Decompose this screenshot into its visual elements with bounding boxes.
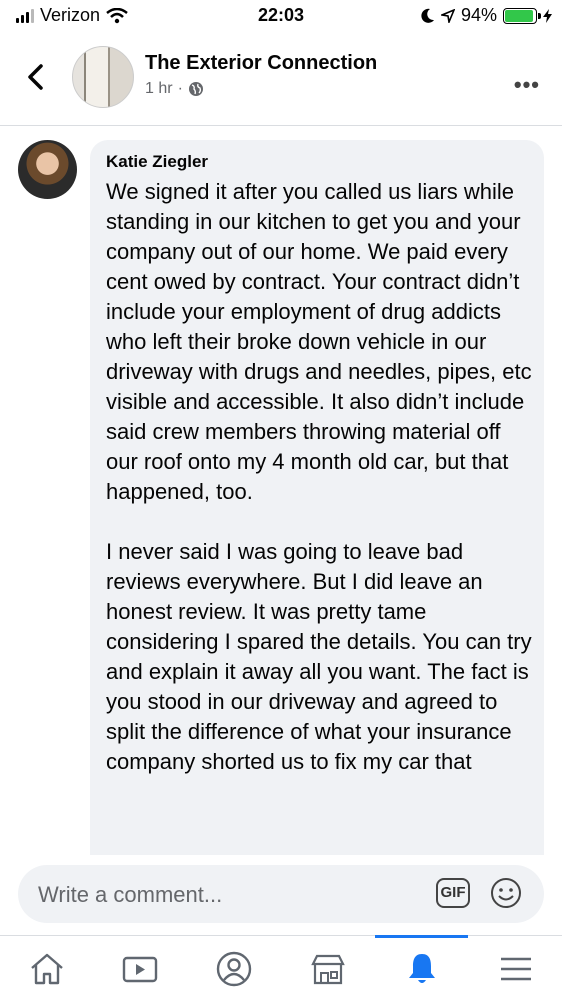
comment-placeholder: Write a comment... xyxy=(38,882,223,907)
tab-home[interactable] xyxy=(0,936,93,1001)
home-icon xyxy=(30,953,63,984)
more-options-icon[interactable]: ••• xyxy=(514,72,540,98)
gif-button[interactable]: GIF xyxy=(436,878,470,908)
comment-author[interactable]: Katie Ziegler xyxy=(106,152,208,172)
location-icon xyxy=(440,8,455,23)
emoji-icon[interactable] xyxy=(490,877,522,909)
comment-paragraph: We signed it after you called us liars w… xyxy=(106,179,532,504)
do-not-disturb-icon xyxy=(421,8,434,23)
comment-composer: Write a comment... GIF xyxy=(0,855,562,935)
marketplace-icon xyxy=(310,954,345,984)
page-avatar[interactable] xyxy=(72,46,134,108)
notifications-icon xyxy=(408,953,435,983)
battery-percent: 94% xyxy=(460,5,497,25)
meta-separator: · xyxy=(177,80,183,97)
page-name[interactable]: The Exterior Connection xyxy=(145,52,377,75)
profile-icon xyxy=(216,951,251,986)
tab-notifications[interactable] xyxy=(375,935,468,1001)
bottom-tab-bar xyxy=(0,935,562,1001)
comment-input[interactable]: Write a comment... GIF xyxy=(18,865,544,923)
post-timestamp[interactable]: 1 hr xyxy=(145,80,173,98)
charging-icon xyxy=(543,8,552,23)
menu-icon xyxy=(500,957,531,980)
comment-text: We signed it after you called us liars w… xyxy=(106,177,536,777)
comment-paragraph: I never said I was going to leave bad re… xyxy=(106,539,532,774)
status-bar: Verizon 22:03 94% xyxy=(0,0,562,32)
tab-watch[interactable] xyxy=(93,936,186,1001)
commenter-avatar[interactable] xyxy=(18,140,77,199)
post-meta: 1 hr · xyxy=(145,80,204,98)
post-header: The Exterior Connection 1 hr · ••• xyxy=(0,32,562,126)
tab-marketplace[interactable] xyxy=(281,936,374,1001)
back-arrow-icon[interactable] xyxy=(22,62,52,92)
battery-icon xyxy=(503,7,541,24)
tab-profile[interactable] xyxy=(187,936,280,1001)
tab-menu[interactable] xyxy=(469,936,562,1001)
globe-icon xyxy=(188,82,203,96)
video-icon xyxy=(122,956,157,982)
